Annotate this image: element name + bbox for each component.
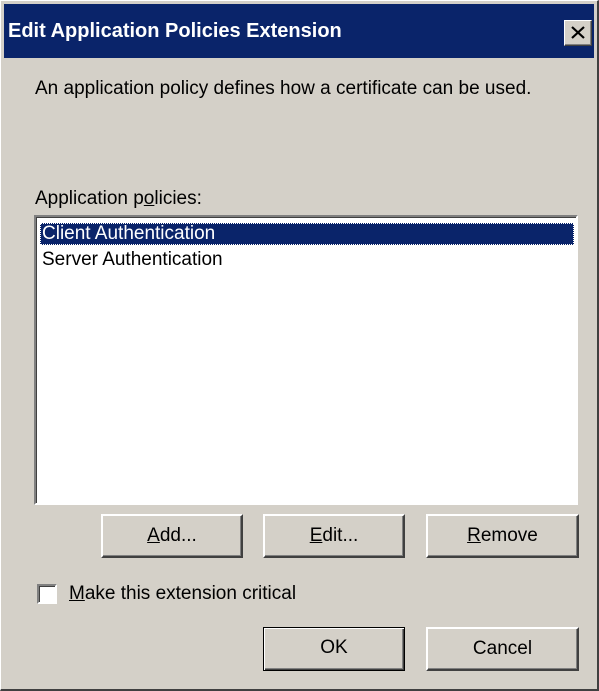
dialog-window: Edit Application Policies Extension An a… <box>0 0 599 691</box>
dialog-title: Edit Application Policies Extension <box>8 20 342 42</box>
remove-button[interactable]: Remove <box>426 514 579 558</box>
critical-extension-label[interactable]: Make this extension critical <box>69 582 296 606</box>
description-text: An application policy defines how a cert… <box>35 78 532 99</box>
add-button-label: dd... <box>159 525 197 546</box>
list-item-server-authentication[interactable]: Server Authentication <box>40 249 574 271</box>
edit-button-label: dit... <box>322 525 359 546</box>
add-button-mnemonic: A <box>147 525 160 546</box>
application-policies-list[interactable]: Client Authentication Server Authenticat… <box>34 215 578 505</box>
ok-button[interactable]: OK <box>263 627 405 671</box>
application-policies-label: Application policies: <box>35 187 202 211</box>
remove-button-label: emove <box>480 525 538 546</box>
remove-button-mnemonic: R <box>467 525 481 546</box>
policies-label-mnemonic: o <box>143 188 155 209</box>
list-item-client-authentication[interactable]: Client Authentication <box>40 223 574 245</box>
add-button[interactable]: Add... <box>101 514 243 558</box>
policies-label-post: licies: <box>154 188 202 209</box>
critical-extension-checkbox[interactable] <box>37 584 57 604</box>
edit-button[interactable]: Edit... <box>263 514 405 558</box>
critical-label-text: ake this extension critical <box>84 583 297 604</box>
close-button[interactable] <box>564 20 592 46</box>
policies-label-pre: Application p <box>35 188 144 209</box>
title-bar[interactable]: Edit Application Policies Extension <box>4 4 594 58</box>
close-icon <box>571 26 585 39</box>
critical-label-mnemonic: M <box>69 583 85 604</box>
cancel-button[interactable]: Cancel <box>426 627 579 671</box>
edit-button-mnemonic: E <box>309 525 323 546</box>
